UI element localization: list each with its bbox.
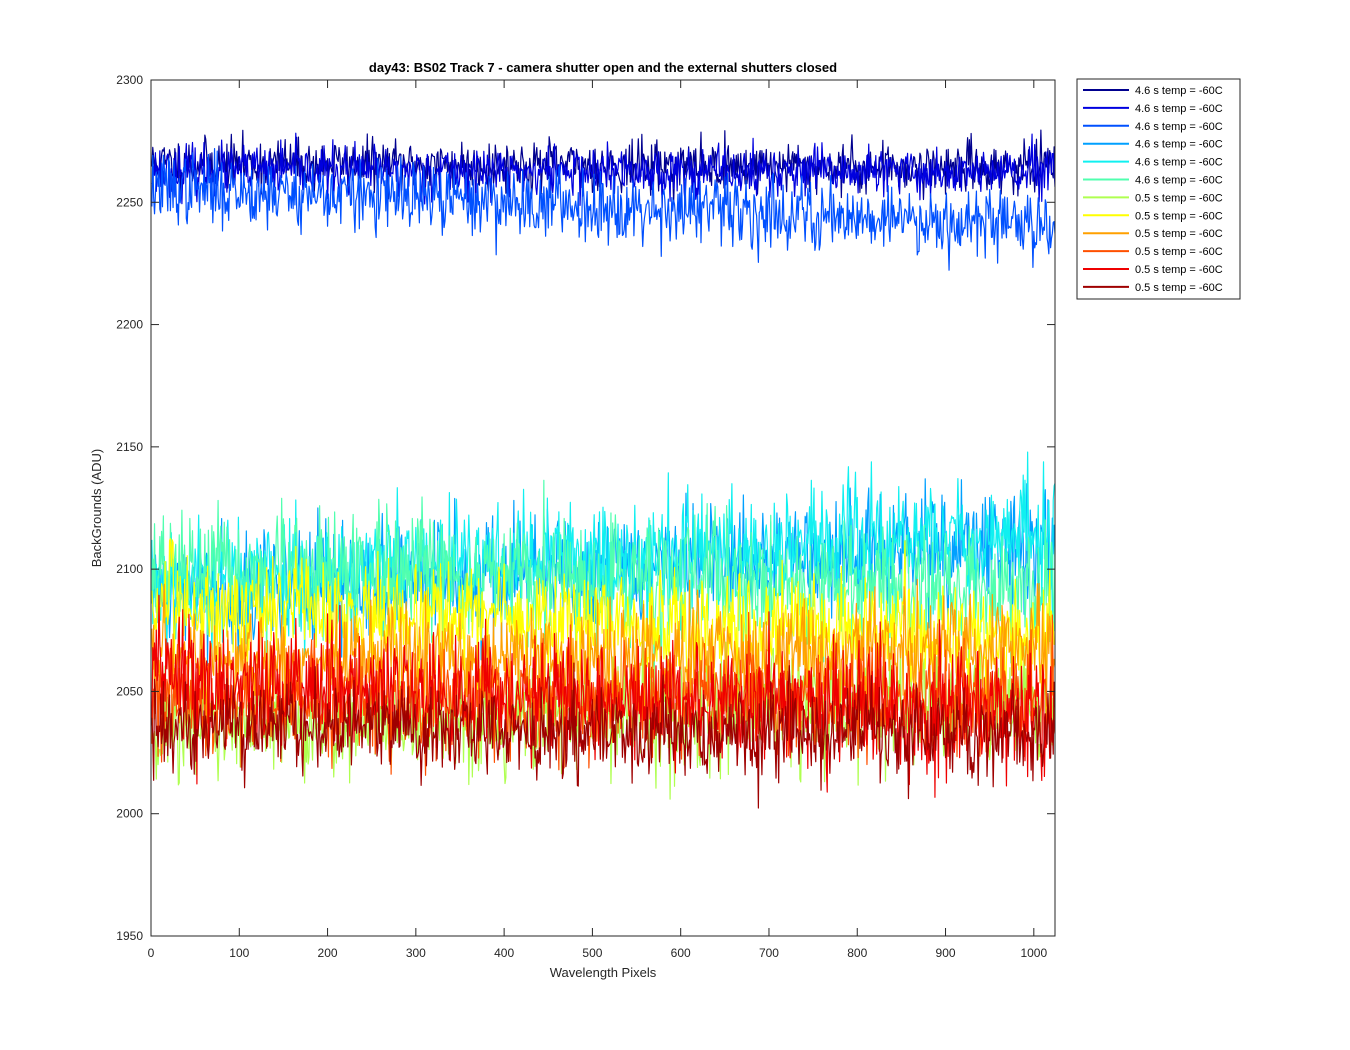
y-tick-label: 2250: [116, 195, 143, 209]
legend-label: 0.5 s temp = -60C: [1135, 192, 1223, 204]
x-axis-label: Wavelength Pixels: [550, 965, 657, 980]
legend-label: 4.6 s temp = -60C: [1135, 139, 1223, 151]
legend-label: 4.6 s temp = -60C: [1135, 85, 1223, 97]
y-tick-label: 2150: [116, 440, 143, 454]
x-tick-label: 500: [582, 946, 602, 960]
legend: 4.6 s temp = -60C 4.6 s temp = -60C 4.6 s …: [1076, 78, 1241, 300]
x-tick-label: 900: [936, 946, 956, 960]
x-tick-label: 200: [318, 946, 338, 960]
y-tick-label: 2050: [116, 684, 143, 698]
x-tick-label: 1000: [1020, 946, 1047, 960]
legend-label: 0.5 s temp = -60C: [1135, 228, 1223, 240]
y-tick-label: 1950: [116, 929, 143, 943]
x-tick-label: 800: [847, 946, 867, 960]
legend-label: 0.5 s temp = -60C: [1135, 210, 1223, 222]
x-tick-label: 600: [671, 946, 691, 960]
legend-label: 0.5 s temp = -60C: [1135, 246, 1223, 258]
y-axis-label: BackGrounds (ADU): [89, 449, 104, 567]
y-tick-label: 2300: [116, 73, 143, 87]
y-tick-label: 2100: [116, 562, 143, 576]
legend-label: 0.5 s temp = -60C: [1135, 282, 1223, 294]
chart-title: day43: BS02 Track 7 - camera shutter ope…: [369, 60, 837, 75]
line-chart: day43: BS02 Track 7 - camera shutter ope…: [0, 0, 1350, 1050]
legend-label: 4.6 s temp = -60C: [1135, 103, 1223, 115]
x-tick-label: 300: [406, 946, 426, 960]
y-tick-label: 2200: [116, 318, 143, 332]
x-tick-label: 700: [759, 946, 779, 960]
legend-label: 0.5 s temp = -60C: [1135, 264, 1223, 276]
legend-label: 4.6 s temp = -60C: [1135, 175, 1223, 187]
legend-label: 4.6 s temp = -60C: [1135, 157, 1223, 169]
x-tick-label: 400: [494, 946, 514, 960]
y-tick-label: 2000: [116, 807, 143, 821]
x-tick-label: 0: [148, 946, 155, 960]
x-tick-label: 100: [229, 946, 249, 960]
legend-label: 4.6 s temp = -60C: [1135, 121, 1223, 133]
